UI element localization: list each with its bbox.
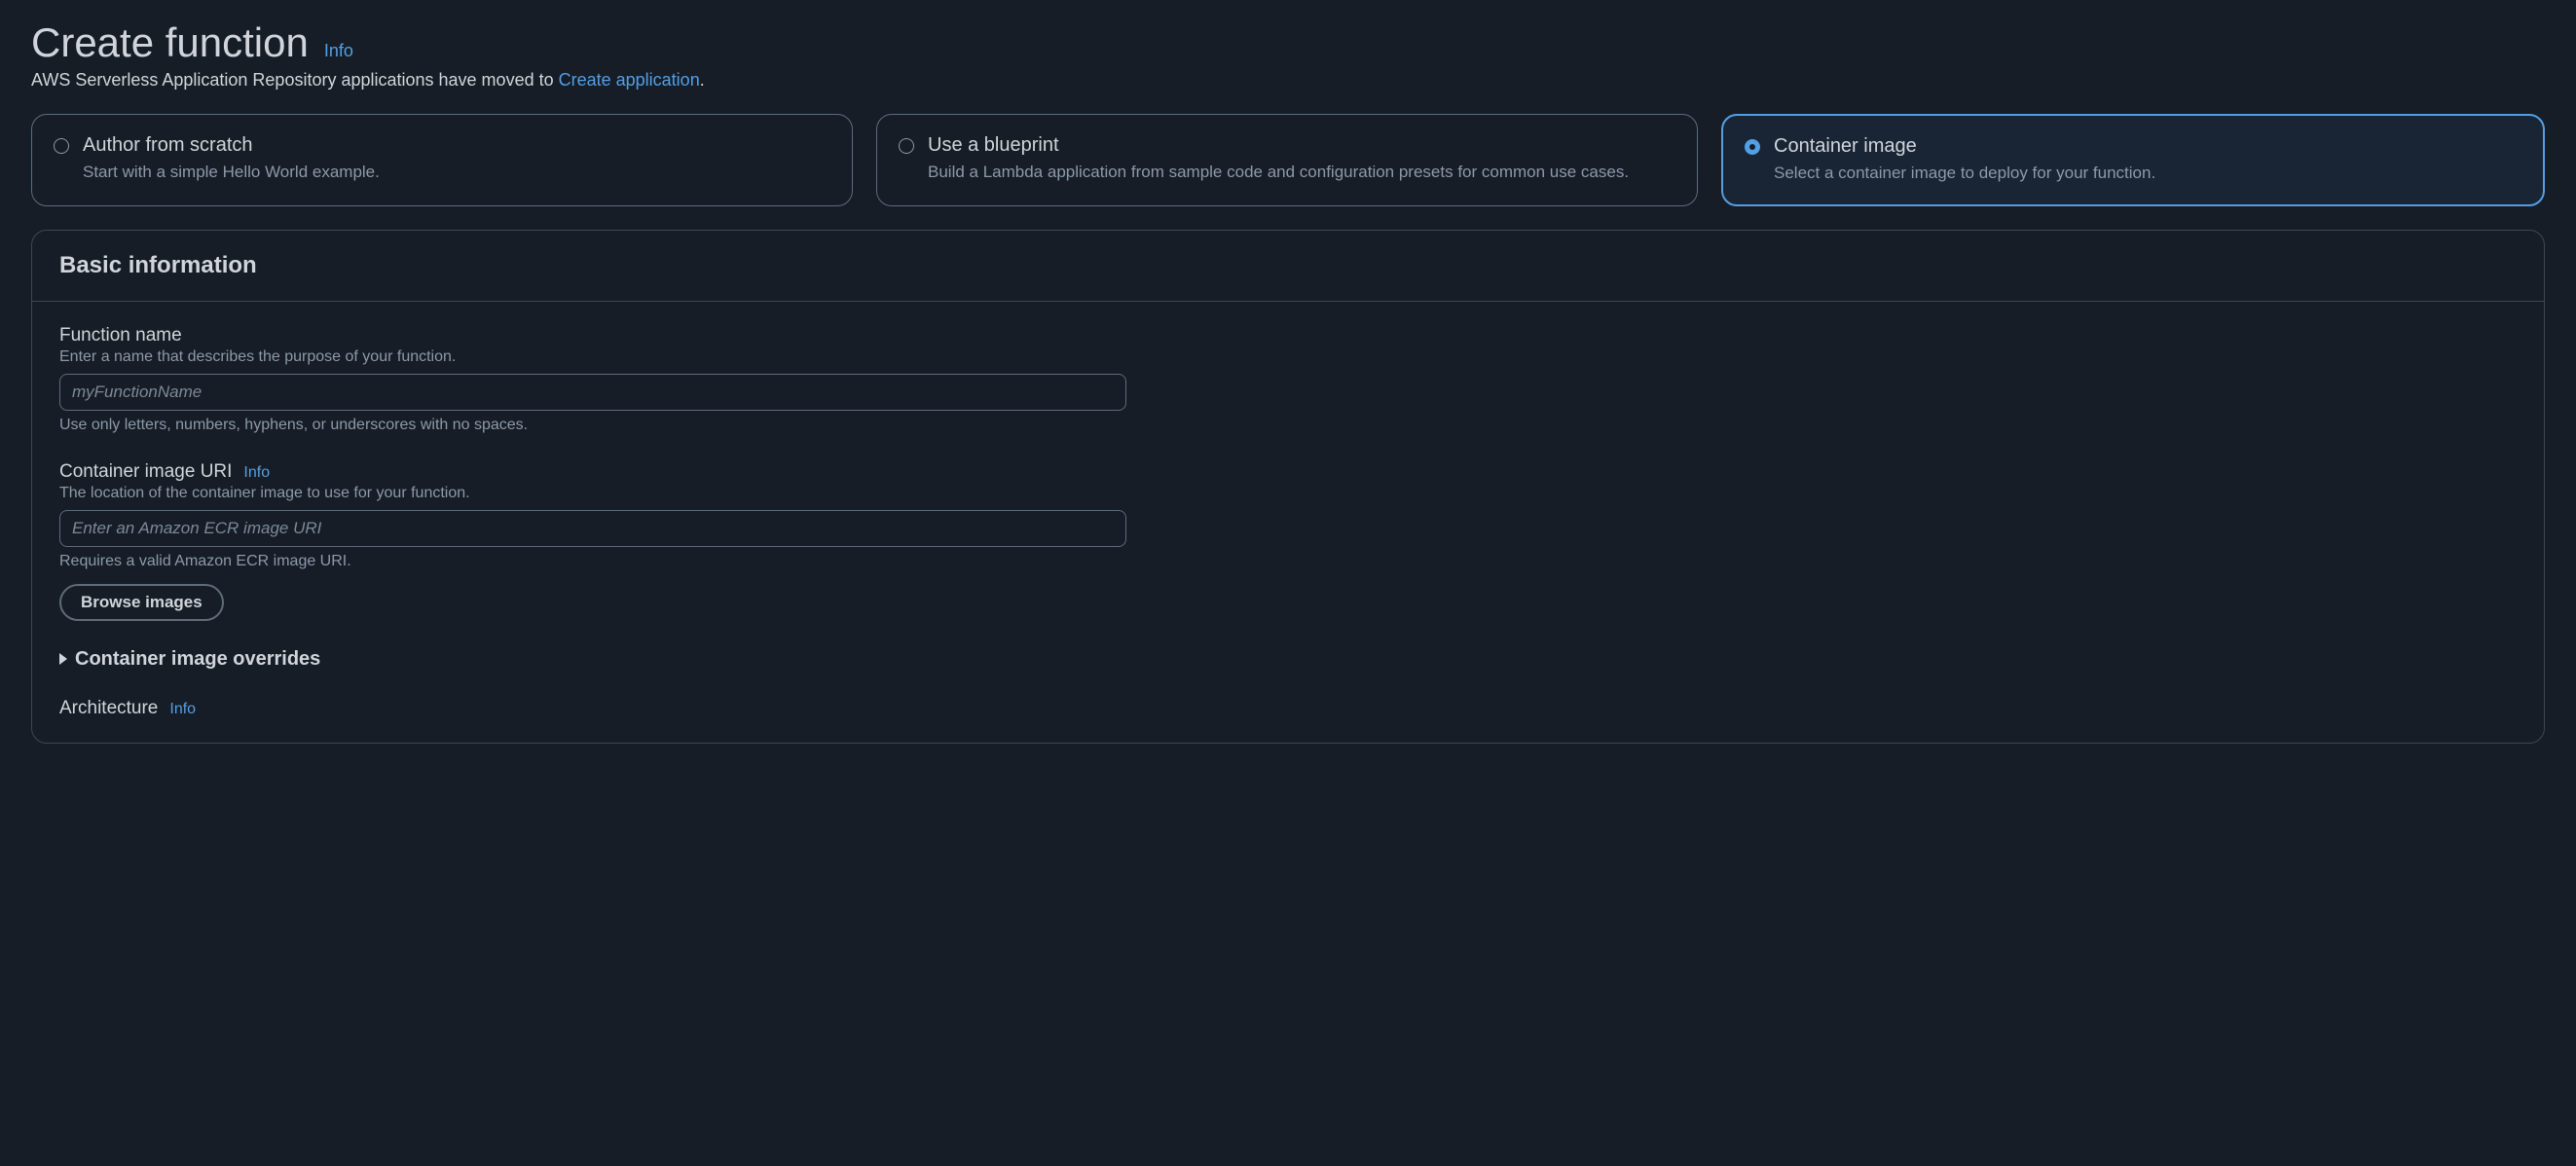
info-link-container-uri[interactable]: Info bbox=[243, 464, 270, 482]
container-uri-constraint: Requires a valid Amazon ECR image URI. bbox=[59, 553, 2517, 570]
info-link-header[interactable]: Info bbox=[324, 41, 353, 61]
radio-icon bbox=[899, 138, 914, 154]
function-name-constraint: Use only letters, numbers, hyphens, or u… bbox=[59, 417, 2517, 434]
option-description: Select a container image to deploy for y… bbox=[1774, 162, 2521, 185]
page-header: Create function Info AWS Serverless Appl… bbox=[31, 19, 2545, 91]
subtitle-prefix: AWS Serverless Application Repository ap… bbox=[31, 70, 559, 90]
caret-right-icon bbox=[59, 653, 67, 665]
subtitle-suffix: . bbox=[700, 70, 705, 90]
architecture-label: Architecture bbox=[59, 698, 158, 719]
function-name-field: Function name Enter a name that describe… bbox=[59, 325, 2517, 434]
page-subtitle: AWS Serverless Application Repository ap… bbox=[31, 70, 2545, 91]
option-container-image[interactable]: Container image Select a container image… bbox=[1721, 114, 2545, 206]
page-title: Create function bbox=[31, 19, 309, 66]
option-description: Build a Lambda application from sample c… bbox=[928, 161, 1675, 184]
creation-option-group: Author from scratch Start with a simple … bbox=[31, 114, 2545, 206]
option-title: Use a blueprint bbox=[928, 134, 1675, 157]
create-application-link[interactable]: Create application bbox=[559, 70, 700, 90]
option-title: Container image bbox=[1774, 135, 2521, 158]
container-overrides-label: Container image overrides bbox=[75, 648, 320, 671]
function-name-label: Function name bbox=[59, 325, 182, 346]
container-uri-label: Container image URI bbox=[59, 461, 232, 483]
function-name-input[interactable] bbox=[59, 374, 1126, 411]
browse-images-button[interactable]: Browse images bbox=[59, 584, 224, 621]
option-use-blueprint[interactable]: Use a blueprint Build a Lambda applicati… bbox=[876, 114, 1698, 206]
basic-information-panel: Basic information Function name Enter a … bbox=[31, 230, 2545, 744]
option-title: Author from scratch bbox=[83, 134, 830, 157]
option-author-from-scratch[interactable]: Author from scratch Start with a simple … bbox=[31, 114, 853, 206]
radio-icon bbox=[54, 138, 69, 154]
function-name-description: Enter a name that describes the purpose … bbox=[59, 348, 2517, 366]
panel-title: Basic information bbox=[59, 252, 2517, 279]
container-overrides-expander[interactable]: Container image overrides bbox=[59, 648, 2517, 671]
radio-icon bbox=[1745, 139, 1760, 155]
container-uri-description: The location of the container image to u… bbox=[59, 485, 2517, 502]
container-uri-input[interactable] bbox=[59, 510, 1126, 547]
container-uri-field: Container image URI Info The location of… bbox=[59, 461, 2517, 621]
panel-header: Basic information bbox=[32, 231, 2544, 302]
info-link-architecture[interactable]: Info bbox=[169, 701, 196, 718]
option-description: Start with a simple Hello World example. bbox=[83, 161, 830, 184]
architecture-section: Architecture Info bbox=[59, 698, 2517, 719]
